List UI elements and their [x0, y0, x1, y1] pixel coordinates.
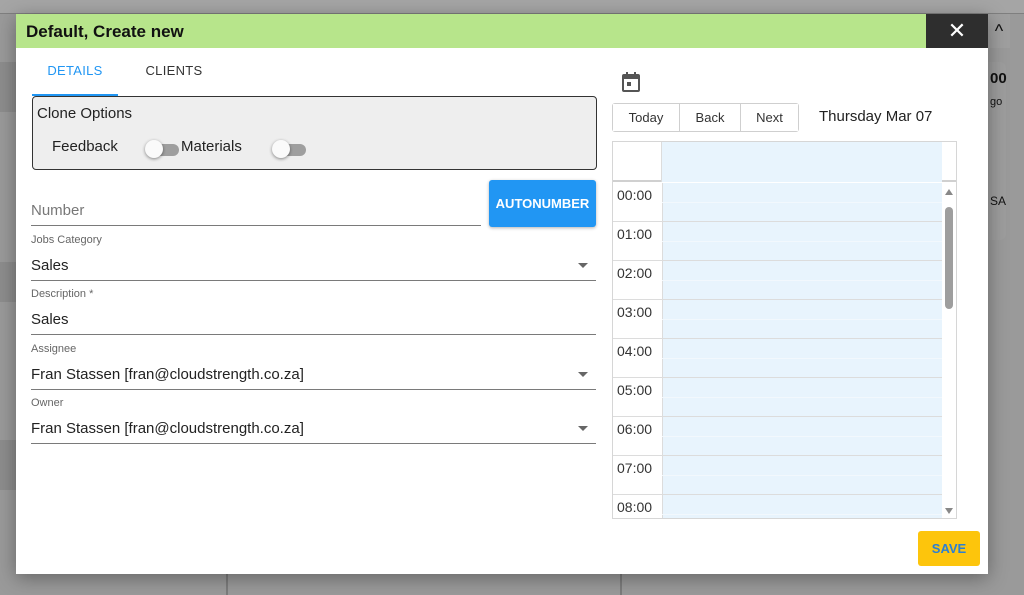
- scroll-down-icon[interactable]: [945, 508, 953, 514]
- assignee-value: Fran Stassen [fran@cloudstrength.co.za]: [31, 366, 304, 383]
- description-field[interactable]: Description * Sales: [31, 288, 596, 335]
- background-collapse-caret: ^: [988, 14, 1010, 48]
- toggle-knob: [272, 140, 290, 158]
- clone-options-title: Clone Options: [37, 105, 133, 122]
- materials-label: Materials: [181, 138, 242, 155]
- hour-label: 08:00: [617, 499, 653, 515]
- modal-header: Default, Create new: [16, 14, 926, 48]
- close-icon: ✕: [947, 18, 967, 43]
- hour-row: 06:00: [613, 417, 942, 456]
- hour-label: 02:00: [617, 265, 653, 281]
- chevron-down-icon: [578, 372, 588, 377]
- hour-label: 03:00: [617, 304, 653, 320]
- day-calendar-grid: 08:00 07:00 06:00 05:00 04:00 03:00 02:00 01:00…: [612, 141, 957, 519]
- number-placeholder: Number: [31, 202, 85, 219]
- clone-options-panel: Clone Options Feedback Materials: [32, 96, 597, 170]
- tab-details[interactable]: DETAILS: [32, 60, 118, 96]
- background-row: [0, 62, 16, 112]
- close-button[interactable]: ✕: [926, 14, 988, 48]
- background-card-text: SA: [990, 194, 1007, 208]
- modal-title: Default, Create new: [26, 22, 184, 41]
- hour-row: 00:00: [613, 183, 942, 222]
- hour-row: 03:00: [613, 300, 942, 339]
- half-hour-divider: [662, 280, 942, 281]
- time-slot[interactable]: [662, 495, 942, 518]
- owner-select[interactable]: Owner Fran Stassen [fran@cloudstrength.c…: [31, 397, 596, 444]
- calendar-header: [613, 142, 956, 182]
- hour-row: 05:00: [613, 378, 942, 417]
- hour-row: 07:00: [613, 456, 942, 495]
- half-hour-divider: [662, 514, 942, 515]
- chevron-down-icon: [578, 263, 588, 268]
- create-job-modal: Default, Create new ✕ DETAILS CLIENTS Cl…: [16, 14, 988, 574]
- hour-label: 04:00: [617, 343, 653, 359]
- today-button[interactable]: Today: [613, 104, 680, 131]
- tab-clients[interactable]: CLIENTS: [134, 60, 214, 96]
- hour-row: 01:00: [613, 222, 942, 261]
- jobs-category-select[interactable]: Jobs Category Sales: [31, 234, 596, 281]
- description-value: Sales: [31, 311, 69, 328]
- jobs-category-value: Sales: [31, 257, 69, 274]
- owner-value: Fran Stassen [fran@cloudstrength.co.za]: [31, 420, 304, 437]
- hour-row: 04:00: [613, 339, 942, 378]
- hour-row: 02:00: [613, 261, 942, 300]
- scroll-up-icon[interactable]: [945, 189, 953, 195]
- hour-row: 08:00: [613, 495, 942, 518]
- time-gutter-header: [613, 142, 662, 182]
- autonumber-button[interactable]: AUTONUMBER: [489, 180, 596, 227]
- background-card-text: 00: [990, 70, 1007, 87]
- background-row: [0, 262, 16, 302]
- calendar-current-date: Thursday Mar 07: [819, 108, 933, 125]
- chevron-down-icon: [578, 426, 588, 431]
- half-hour-divider: [662, 241, 942, 242]
- hour-label: 07:00: [617, 460, 653, 476]
- scroll-thumb[interactable]: [945, 207, 953, 309]
- owner-label: Owner: [31, 397, 64, 409]
- back-button[interactable]: Back: [680, 104, 741, 131]
- half-hour-divider: [662, 436, 942, 437]
- background-row: [0, 440, 16, 490]
- half-hour-divider: [662, 319, 942, 320]
- half-hour-divider: [662, 202, 942, 203]
- feedback-toggle[interactable]: [145, 140, 181, 158]
- hour-label: 06:00: [617, 421, 653, 437]
- jobs-category-label: Jobs Category: [31, 234, 102, 246]
- assignee-select[interactable]: Assignee Fran Stassen [fran@cloudstrengt…: [31, 343, 596, 390]
- background-card-text: go: [990, 96, 1003, 108]
- save-button[interactable]: SAVE: [918, 531, 980, 566]
- calendar-scrollbar[interactable]: [942, 183, 956, 518]
- number-field[interactable]: Number: [31, 194, 481, 226]
- description-label: Description *: [31, 288, 94, 300]
- hour-label: 01:00: [617, 226, 653, 242]
- next-button[interactable]: Next: [741, 104, 798, 131]
- hour-label: 00:00: [617, 187, 653, 203]
- day-column-header[interactable]: [662, 142, 942, 182]
- half-hour-divider: [662, 397, 942, 398]
- half-hour-divider: [662, 475, 942, 476]
- hour-label: 05:00: [617, 382, 653, 398]
- half-hour-divider: [662, 358, 942, 359]
- calendar-nav: Today Back Next: [612, 103, 799, 132]
- feedback-label: Feedback: [52, 138, 118, 155]
- toggle-knob: [145, 140, 163, 158]
- calendar-icon[interactable]: [622, 72, 640, 92]
- background-topbar: [0, 0, 1024, 14]
- materials-toggle[interactable]: [272, 140, 308, 158]
- assignee-label: Assignee: [31, 343, 77, 355]
- calendar-body: 08:00 07:00 06:00 05:00 04:00 03:00 02:00 01:00…: [613, 183, 956, 518]
